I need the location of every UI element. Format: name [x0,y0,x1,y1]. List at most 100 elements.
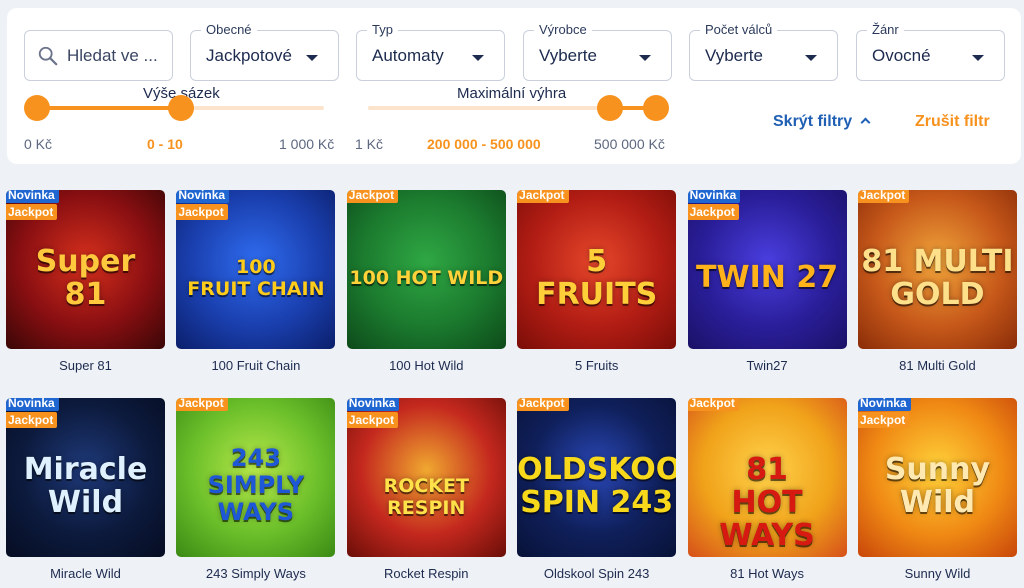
game-thumbnail[interactable]: OLDSKOOL SPIN 243 Jackpot [517,398,677,557]
game-logo: ROCKET RESPIN [383,474,469,519]
game-title[interactable]: Super 81 [6,358,165,374]
jackpot-badge: Jackpot [176,204,228,220]
game-thumbnail[interactable]: 100 HOT WILD Jackpot [346,190,506,349]
game-logo: TWIN 27 [696,260,839,295]
filter-general-select[interactable]: Obecné Jackpotové [190,22,339,81]
game-card[interactable]: 81 HOT WAYS Jackpot 81 Hot Ways [687,398,847,588]
jackpot-badge: Jackpot [517,190,569,203]
game-title[interactable]: Sunny Wild [858,566,1017,582]
game-title[interactable]: 100 Fruit Chain [176,358,335,374]
game-title[interactable]: Rocket Respin [347,566,506,582]
badge-stack: Novinka Jackpot [176,190,230,220]
game-card[interactable]: Sunny Wild Novinka Jackpot Sunny Wild [857,398,1017,588]
clear-filter-button[interactable]: Zrušit filtr [915,112,990,132]
filter-label: Počet válců [700,22,778,38]
search-input[interactable] [67,43,167,69]
game-thumbnail[interactable]: Sunny Wild Novinka Jackpot [857,398,1017,557]
game-title[interactable]: Miracle Wild [6,566,165,582]
game-card[interactable]: TWIN 27 Novinka Jackpot Twin27 [687,190,847,398]
filter-value: Automaty [372,46,444,65]
bet-slider-min-handle[interactable] [24,95,50,121]
win-slider-max-handle[interactable] [643,95,669,121]
game-thumbnail[interactable]: 81 HOT WAYS Jackpot [687,398,847,557]
game-card[interactable]: 81 MULTI GOLD Jackpot 81 Multi Gold [857,190,1017,398]
game-logo: 5 FRUITS [536,243,658,312]
badge-stack: Jackpot [857,190,910,203]
filter-panel: Obecné Jackpotové Typ Automaty Výrobce V… [7,8,1021,164]
filter-label: Typ [367,22,398,38]
game-thumbnail[interactable]: 81 MULTI GOLD Jackpot [857,190,1017,349]
game-logo: Sunny Wild [884,451,991,520]
filter-value: Vyberte [539,46,597,65]
game-logo: 81 MULTI GOLD [861,243,1014,312]
badge-stack: Novinka Jackpot [346,398,400,428]
caret-down-icon [306,55,318,61]
jackpot-badge: Jackpot [857,190,910,203]
badge-stack: Novinka Jackpot [857,398,911,428]
win-slider-track[interactable] [368,95,669,121]
game-thumbnail[interactable]: ROCKET RESPIN Novinka Jackpot [346,398,506,557]
bet-min-label: 0 Kč [24,136,53,152]
caret-down-icon [639,55,651,61]
game-title[interactable]: 5 Fruits [517,358,676,374]
game-title[interactable]: 243 Simply Ways [176,566,335,582]
badge-stack: Jackpot [346,190,399,203]
game-logo: Super 81 [35,243,136,312]
game-title[interactable]: 100 Hot Wild [347,358,506,374]
caret-down-icon [472,55,484,61]
jackpot-badge: Jackpot [687,204,739,220]
filter-value: Jackpotové [206,46,292,65]
game-title[interactable]: 81 Multi Gold [858,358,1017,374]
jackpot-badge: Jackpot [687,398,739,411]
game-card[interactable]: 100 FRUIT CHAIN Novinka Jackpot 100 Fruit C… [176,190,336,398]
win-min-label: 1 Kč [355,136,384,152]
filter-label: Obecné [201,22,257,38]
jackpot-badge: Jackpot [6,204,58,220]
game-title[interactable]: Twin27 [688,358,847,374]
filter-value: Ovocné [872,46,931,65]
hide-filters-button[interactable]: Skrýt filtry [773,112,871,132]
filter-value: Vyberte [705,46,763,65]
game-title[interactable]: Oldskool Spin 243 [517,566,676,582]
win-selected-range: 200 000 - 500 000 [427,136,541,152]
game-card[interactable]: 5 FRUITS Jackpot 5 Fruits [517,190,677,398]
bet-selected-range: 0 - 10 [147,136,183,152]
filter-type-select[interactable]: Typ Automaty [356,22,505,81]
game-thumbnail[interactable]: TWIN 27 Novinka Jackpot [687,190,847,349]
jackpot-badge: Jackpot [346,190,399,203]
filter-reels-select[interactable]: Počet válců Vyberte [689,22,838,81]
game-thumbnail[interactable]: 5 FRUITS Jackpot [517,190,677,349]
bet-slider-track[interactable] [24,95,324,121]
win-max-label: 500 000 Kč [594,136,665,152]
filter-genre-select[interactable]: Žánr Ovocné [856,22,1005,81]
game-card[interactable]: ROCKET RESPIN Novinka Jackpot Rocket Respin [346,398,506,588]
game-logo: 243 SIMPLY WAYS [207,444,305,526]
jackpot-badge: Jackpot [517,398,569,411]
game-card[interactable]: 100 HOT WILD Jackpot 100 Hot Wild [346,190,506,398]
game-grid: Super 81 Novinka Jackpot Super 81 100 FRUIT … [6,190,1022,588]
game-logo: 81 HOT WAYS [719,451,815,553]
filter-provider-select[interactable]: Výrobce Vyberte [523,22,672,81]
game-thumbnail[interactable]: Super 81 Novinka Jackpot [6,190,165,349]
badge-stack: Jackpot [517,398,569,411]
chevron-up-icon [860,117,871,128]
game-card[interactable]: 243 SIMPLY WAYS Jackpot 243 Simply Ways [176,398,336,588]
game-card[interactable]: OLDSKOOL SPIN 243 Jackpot Oldskool Spin 24… [517,398,677,588]
new-badge: Novinka [346,398,400,411]
bet-slider-max-handle[interactable] [167,95,194,121]
game-title[interactable]: 81 Hot Ways [688,566,847,582]
game-thumbnail[interactable]: 243 SIMPLY WAYS Jackpot [176,398,336,557]
search-field[interactable] [24,30,173,81]
game-card[interactable]: Super 81 Novinka Jackpot Super 81 [6,190,165,398]
game-thumbnail[interactable]: Miracle Wild Novinka Jackpot [6,398,165,557]
badge-stack: Jackpot [176,398,228,411]
win-slider-min-handle[interactable] [596,95,623,121]
new-badge: Novinka [687,190,741,203]
game-card[interactable]: Miracle Wild Novinka Jackpot Miracle Wild [6,398,165,588]
game-thumbnail[interactable]: 100 FRUIT CHAIN Novinka Jackpot [176,190,336,349]
game-logo: 100 HOT WILD [349,266,504,289]
bet-slider-fill [37,106,181,110]
caret-down-icon [805,55,817,61]
game-logo: OLDSKOOL SPIN 243 [517,451,677,520]
new-badge: Novinka [6,190,59,203]
